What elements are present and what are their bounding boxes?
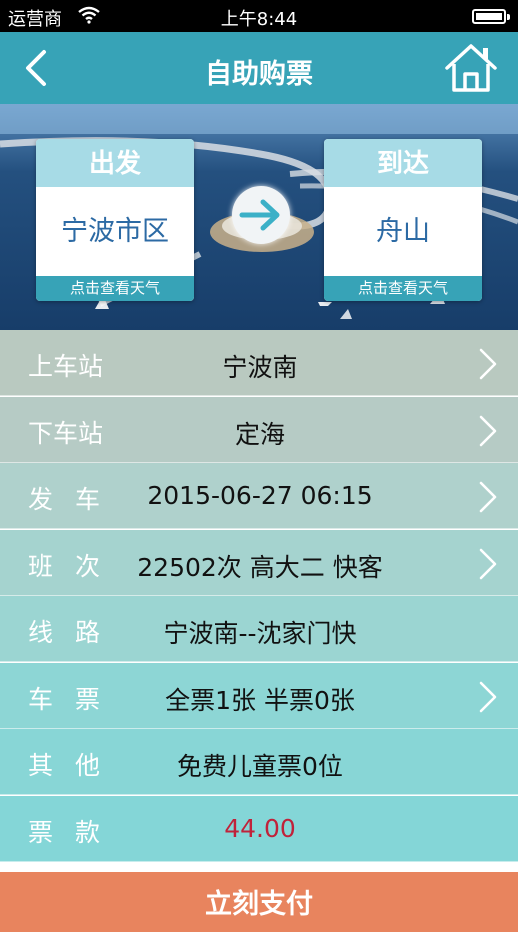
chevron-right-icon[interactable] — [478, 415, 498, 447]
chevron-right-icon[interactable] — [478, 548, 498, 580]
home-icon[interactable] — [444, 42, 498, 94]
status-time: 上午8:44 — [220, 9, 298, 30]
other-info-value: 免费儿童票0位 — [177, 752, 343, 781]
arrow-right-icon — [239, 199, 280, 231]
nav-bar: 自助购票 — [0, 32, 518, 104]
row-ticket-price: 票款 44.00 — [0, 795, 518, 862]
trip-number-value: 22502次 高大二 快客 — [137, 552, 383, 582]
route-banner: 出发 宁波市区 点击查看天气 到达 舟山 点击查看天气 — [0, 104, 518, 330]
row-route-line: 线路 宁波南--沈家门快 — [0, 596, 518, 662]
page-title: 自助购票 — [205, 59, 313, 90]
departure-card[interactable]: 出发 宁波市区 点击查看天气 — [36, 139, 194, 301]
chevron-right-icon[interactable] — [478, 348, 498, 380]
departure-city: 宁波市区 — [61, 216, 169, 247]
departure-header: 出发 — [36, 139, 194, 187]
status-bar: 运营商 上午8:44 — [0, 0, 518, 32]
arrival-weather-link[interactable]: 点击查看天气 — [324, 276, 482, 301]
chevron-right-icon[interactable] — [478, 481, 498, 513]
ticket-price-value: 44.00 — [224, 813, 296, 843]
battery-icon — [472, 9, 510, 24]
departure-time-value: 2015-06-27 06:15 — [147, 481, 373, 510]
departure-weather-link[interactable]: 点击查看天气 — [36, 276, 194, 301]
pay-now-button[interactable]: 立刻支付 — [0, 872, 518, 932]
row-boarding-station[interactable]: 上车站 宁波南 — [0, 330, 518, 396]
row-trip-number[interactable]: 班次 22502次 高大二 快客 — [0, 529, 518, 596]
ticket-count-value: 全票1张 半票0张 — [165, 685, 355, 715]
row-other-info: 其他 免费儿童票0位 — [0, 729, 518, 795]
row-departure-time[interactable]: 发车 2015-06-27 06:15 — [0, 463, 518, 529]
alighting-station-value: 定海 — [234, 419, 285, 449]
route-line-value: 宁波南--沈家门快 — [163, 619, 357, 648]
row-alighting-station[interactable]: 下车站 定海 — [0, 396, 518, 463]
arrival-header: 到达 — [324, 139, 482, 187]
chevron-right-icon[interactable] — [478, 681, 498, 713]
row-ticket-count[interactable]: 车票 全票1张 半票0张 — [0, 662, 518, 729]
arrival-card[interactable]: 到达 舟山 点击查看天气 — [324, 139, 482, 301]
swap-direction-button[interactable] — [232, 186, 290, 244]
arrival-city: 舟山 — [376, 216, 430, 247]
boarding-station-value: 宁波南 — [222, 353, 298, 382]
